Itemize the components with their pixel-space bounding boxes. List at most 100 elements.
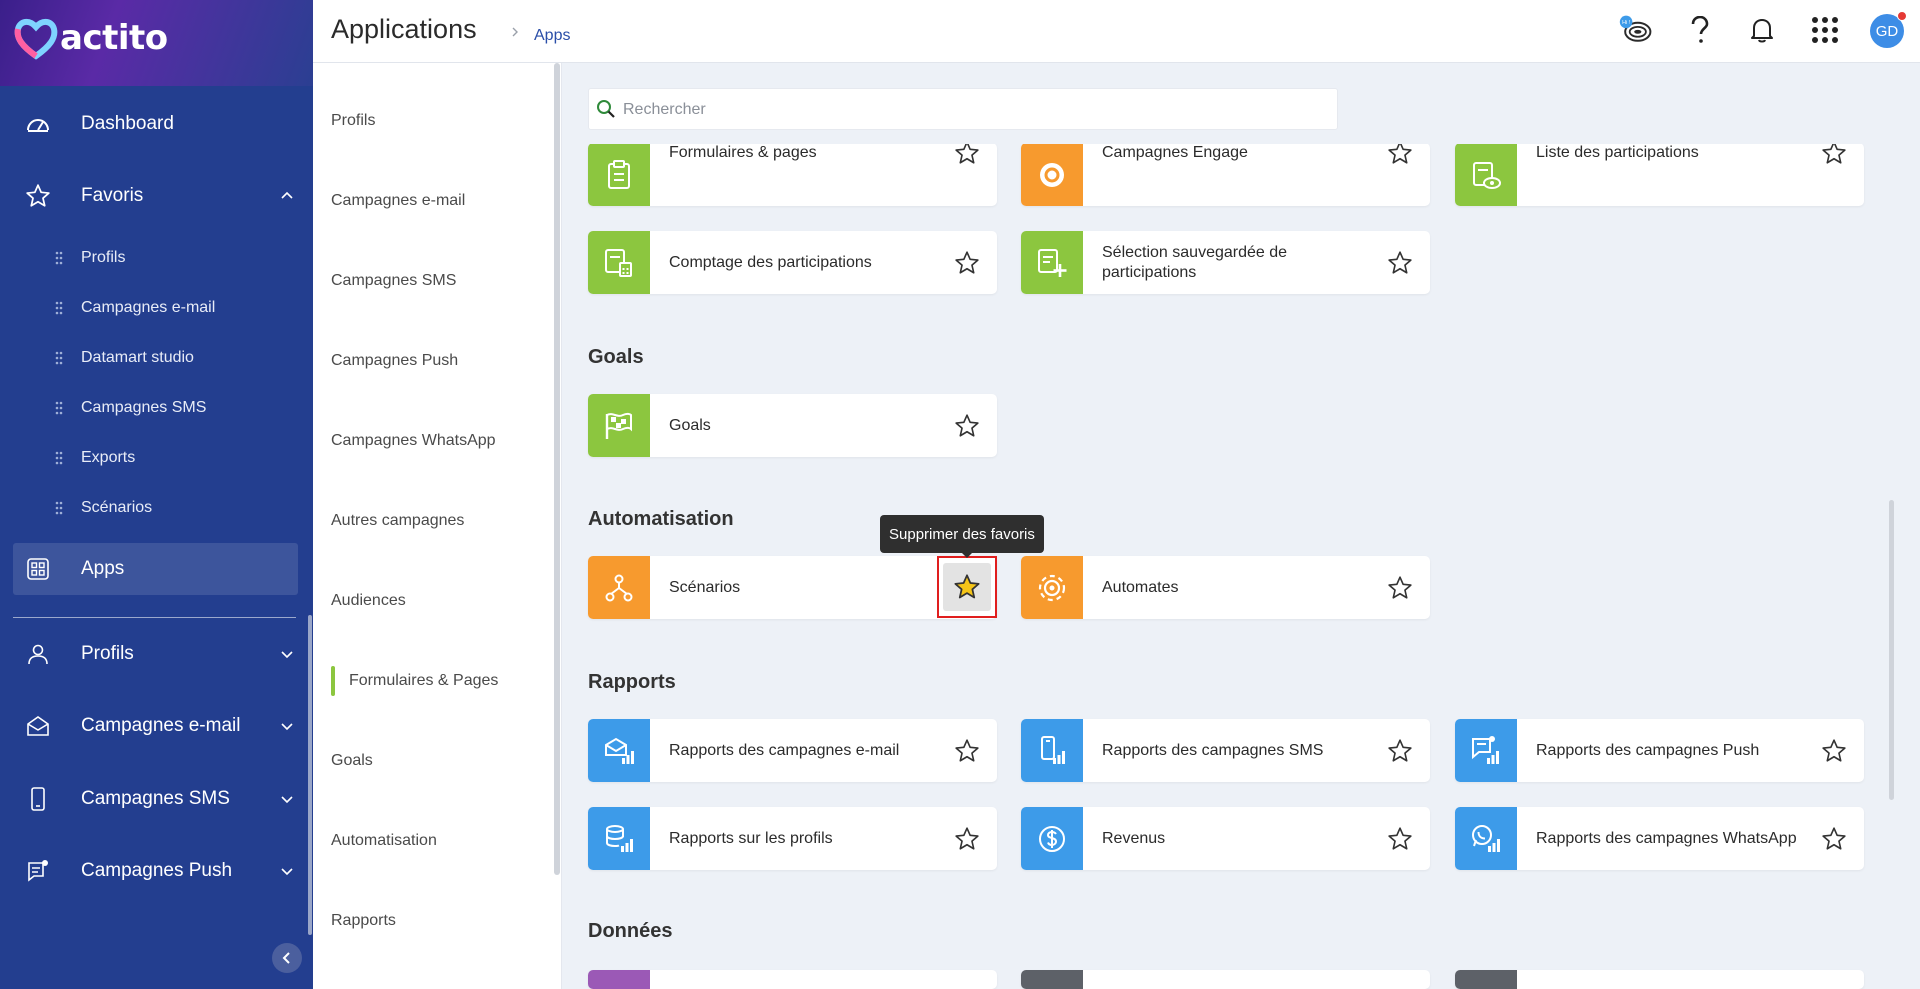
nav-dashboard[interactable]: Dashboard bbox=[0, 99, 313, 149]
hi-assistant-button[interactable]: Hi ! bbox=[1618, 12, 1654, 48]
app-card-label: Formulaires & pages bbox=[669, 143, 817, 161]
chevron-up-icon[interactable] bbox=[279, 188, 295, 204]
nav-campagnes-push[interactable]: Campagnes Push bbox=[0, 846, 313, 896]
engage-icon bbox=[1021, 143, 1083, 206]
nav-apps[interactable]: Apps bbox=[0, 544, 313, 594]
chevron-down-icon[interactable] bbox=[279, 718, 295, 734]
chevron-down-icon[interactable] bbox=[279, 646, 295, 662]
favorite-item-exports[interactable]: Exports bbox=[0, 438, 313, 478]
category-audiences[interactable]: Audiences bbox=[331, 592, 406, 610]
app-card-campagnes-engage[interactable]: Campagnes Engage bbox=[1021, 143, 1430, 206]
category-autres-campagnes[interactable]: Autres campagnes bbox=[331, 512, 464, 530]
email-report-icon bbox=[588, 719, 650, 782]
actito-logo[interactable]: actito bbox=[14, 16, 168, 60]
app-card-donnees-1[interactable] bbox=[588, 970, 997, 989]
star-outline-icon[interactable] bbox=[952, 411, 982, 441]
chevron-down-icon[interactable] bbox=[279, 863, 295, 879]
app-card-label: Liste des participations bbox=[1536, 143, 1699, 161]
app-card-label: Scénarios bbox=[669, 578, 741, 596]
sidebar-scrollbar[interactable] bbox=[308, 615, 312, 935]
favorite-item-scenarios[interactable]: Scénarios bbox=[0, 488, 313, 528]
favorite-label: Scénarios bbox=[81, 499, 153, 516]
favorite-item-campagnes-sms[interactable]: Campagnes SMS bbox=[0, 388, 313, 428]
app-card-rapports-email[interactable]: Rapports des campagnes e-mail bbox=[588, 719, 997, 782]
category-formulaires-pages[interactable]: Formulaires & Pages bbox=[349, 672, 498, 690]
app-card-comptage-participations[interactable]: Comptage des participations bbox=[588, 231, 997, 294]
app-card-rapports-push[interactable]: Rapports des campagnes Push bbox=[1455, 719, 1864, 782]
nav-profils[interactable]: Profils bbox=[0, 629, 313, 679]
category-profils[interactable]: Profils bbox=[331, 112, 375, 130]
category-campagnes-sms[interactable]: Campagnes SMS bbox=[331, 272, 456, 290]
category-rapports[interactable]: Rapports bbox=[331, 912, 396, 930]
actito-logo-mark-icon bbox=[14, 19, 58, 60]
favorite-item-profils[interactable]: Profils bbox=[0, 238, 313, 278]
app-card-label: Comptage des participations bbox=[669, 253, 872, 271]
star-outline-icon[interactable] bbox=[952, 143, 982, 168]
favorite-label: Campagnes e-mail bbox=[81, 299, 216, 316]
drag-handle-icon[interactable] bbox=[55, 401, 63, 415]
collapse-sidebar-button[interactable] bbox=[272, 943, 302, 973]
app-card-label: Rapports des campagnes e-mail bbox=[669, 741, 900, 759]
help-button[interactable] bbox=[1682, 12, 1718, 48]
star-outline-icon[interactable] bbox=[1385, 736, 1415, 766]
favorite-item-datamart-studio[interactable]: Datamart studio bbox=[0, 338, 313, 378]
category-campagnes-push[interactable]: Campagnes Push bbox=[331, 352, 458, 370]
clipboard-calculator-icon bbox=[588, 231, 650, 294]
category-automatisation[interactable]: Automatisation bbox=[331, 832, 437, 850]
app-card-selection-sauvegardee[interactable]: Sélection sauvegardée de participations bbox=[1021, 231, 1430, 294]
category-scrollbar[interactable] bbox=[554, 63, 560, 875]
star-outline-icon[interactable] bbox=[1819, 736, 1849, 766]
nav-campagnes-email[interactable]: Campagnes e-mail bbox=[0, 701, 313, 751]
category-campagnes-whatsapp[interactable]: Campagnes WhatsApp bbox=[331, 432, 496, 450]
favorite-label: Campagnes SMS bbox=[81, 399, 207, 416]
top-header: Applications Apps Hi ! GD bbox=[313, 0, 1920, 63]
star-outline-icon[interactable] bbox=[952, 248, 982, 278]
drag-handle-icon[interactable] bbox=[55, 301, 63, 315]
push-report-icon bbox=[1455, 719, 1517, 782]
star-outline-icon[interactable] bbox=[1819, 824, 1849, 854]
drag-handle-icon[interactable] bbox=[55, 351, 63, 365]
remove-favorite-button[interactable] bbox=[937, 556, 997, 618]
bell-icon bbox=[1751, 19, 1773, 43]
star-outline-icon[interactable] bbox=[952, 824, 982, 854]
search-icon bbox=[597, 100, 615, 118]
category-goals[interactable]: Goals bbox=[331, 752, 373, 770]
star-outline-icon[interactable] bbox=[1385, 143, 1415, 168]
app-card-formulaires-pages[interactable]: Formulaires & pages bbox=[588, 143, 997, 206]
app-card-liste-participations[interactable]: Liste des participations bbox=[1455, 143, 1864, 206]
star-outline-icon[interactable] bbox=[1385, 824, 1415, 854]
drag-handle-icon[interactable] bbox=[55, 251, 63, 265]
app-card-scenarios[interactable]: Scénarios bbox=[588, 556, 997, 619]
app-card-revenus[interactable]: Revenus bbox=[1021, 807, 1430, 870]
favorite-label: Profils bbox=[81, 249, 126, 266]
app-launcher-button[interactable] bbox=[1807, 12, 1843, 48]
app-card-label: Goals bbox=[669, 416, 711, 434]
category-nav: Profils Campagnes e-mail Campagnes SMS C… bbox=[313, 63, 562, 989]
app-card-rapports-whatsapp[interactable]: Rapports des campagnes WhatsApp bbox=[1455, 807, 1864, 870]
app-card-donnees-3[interactable] bbox=[1455, 970, 1864, 989]
nav-favoris[interactable]: Favoris bbox=[0, 171, 313, 221]
star-outline-icon[interactable] bbox=[1385, 573, 1415, 603]
app-card-rapports-profils[interactable]: Rapports sur les profils bbox=[588, 807, 997, 870]
drag-handle-icon[interactable] bbox=[55, 451, 63, 465]
tooltip: Supprimer des favoris bbox=[880, 515, 1044, 553]
chevron-down-icon[interactable] bbox=[279, 791, 295, 807]
breadcrumb[interactable]: Apps bbox=[534, 27, 570, 45]
star-outline-icon[interactable] bbox=[1385, 248, 1415, 278]
app-card-automates[interactable]: Automates bbox=[1021, 556, 1430, 619]
data-app-icon bbox=[588, 970, 650, 989]
drag-handle-icon[interactable] bbox=[55, 501, 63, 515]
favorite-item-campagnes-email[interactable]: Campagnes e-mail bbox=[0, 288, 313, 328]
app-card-goals[interactable]: Goals bbox=[588, 394, 997, 457]
search-input[interactable] bbox=[623, 99, 1323, 121]
nav-campagnes-sms[interactable]: Campagnes SMS bbox=[0, 774, 313, 824]
category-campagnes-email[interactable]: Campagnes e-mail bbox=[331, 192, 465, 210]
star-outline-icon[interactable] bbox=[1819, 143, 1849, 168]
clipboard-eye-icon bbox=[1455, 143, 1517, 206]
star-outline-icon[interactable] bbox=[952, 736, 982, 766]
notifications-button[interactable] bbox=[1744, 12, 1780, 48]
app-card-rapports-sms[interactable]: Rapports des campagnes SMS bbox=[1021, 719, 1430, 782]
nav-label-dashboard: Dashboard bbox=[81, 113, 174, 134]
app-card-donnees-2[interactable] bbox=[1021, 970, 1430, 989]
main-scrollbar[interactable] bbox=[1889, 500, 1894, 800]
